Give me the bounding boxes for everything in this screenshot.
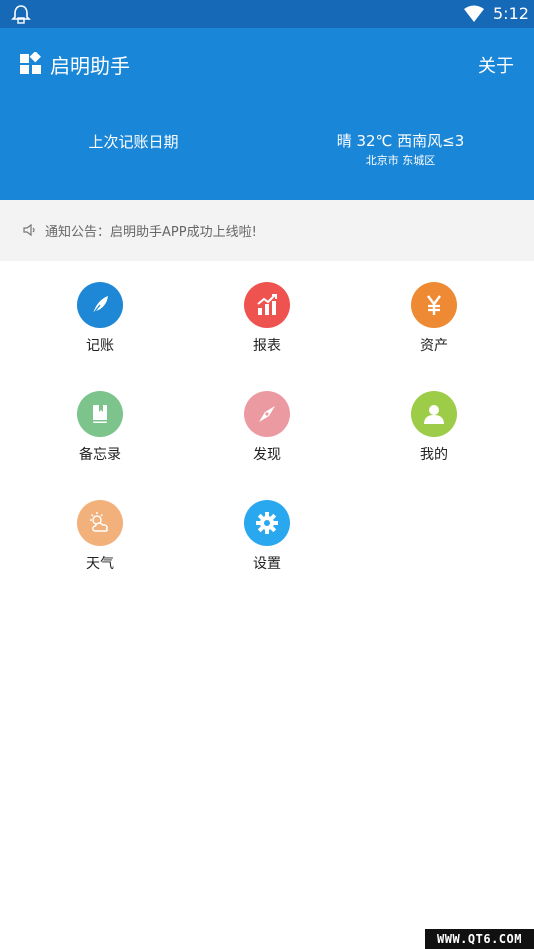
status-bar: 5:12 [0,0,534,28]
grid-label: 资产 [420,338,448,354]
gear-icon [244,500,290,546]
feather-icon [77,282,123,328]
app-title: 启明助手 [50,54,130,78]
grid-label: 发现 [253,447,281,463]
grid-item-weather[interactable]: 天气 [40,500,160,573]
grid-item-assets[interactable]: 资产 [374,282,494,355]
chart-icon [244,282,290,328]
grid-label: 天气 [86,556,114,572]
weather-location: 北京市 东城区 [365,154,436,167]
watermark: WWW.QT6.COM [425,929,534,949]
grid-label: 设置 [253,556,281,572]
yen-icon [411,282,457,328]
grid-label: 记账 [86,338,114,354]
grid-item-discover[interactable]: 发现 [207,391,327,464]
grid-label: 我的 [420,447,448,463]
status-time: 5:12 [493,4,529,23]
app-logo-icon [20,52,41,74]
about-button[interactable]: 关于 [478,52,514,78]
grid-item-accounting[interactable]: 记账 [40,282,160,355]
weather-icon [77,500,123,546]
wifi-icon [464,5,484,22]
grid-item-report[interactable]: 报表 [207,282,327,355]
weather-main-text: 晴 32℃ 西南风≤3 [336,132,465,150]
notice-text: 通知公告：启明助手APP成功上线啦! [45,225,257,240]
notice-bar[interactable]: 通知公告：启明助手APP成功上线啦! [0,200,534,261]
user-icon [411,391,457,437]
speaker-icon [23,223,35,237]
app-header: 启明助手 关于 上次记账日期 晴 32℃ 西南风≤3 北京市 东城区 [0,28,534,200]
book-icon [77,391,123,437]
grid-label: 备忘录 [79,447,121,463]
notification-icon [11,5,31,24]
weather-summary: 晴 32℃ 西南风≤3 北京市 东城区 [267,131,534,168]
compass-icon [244,391,290,437]
grid-item-profile[interactable]: 我的 [374,391,494,464]
grid-item-memo[interactable]: 备忘录 [40,391,160,464]
grid-label: 报表 [253,338,281,354]
grid-item-settings[interactable]: 设置 [207,500,327,573]
last-record-date-label: 上次记账日期 [88,133,179,151]
